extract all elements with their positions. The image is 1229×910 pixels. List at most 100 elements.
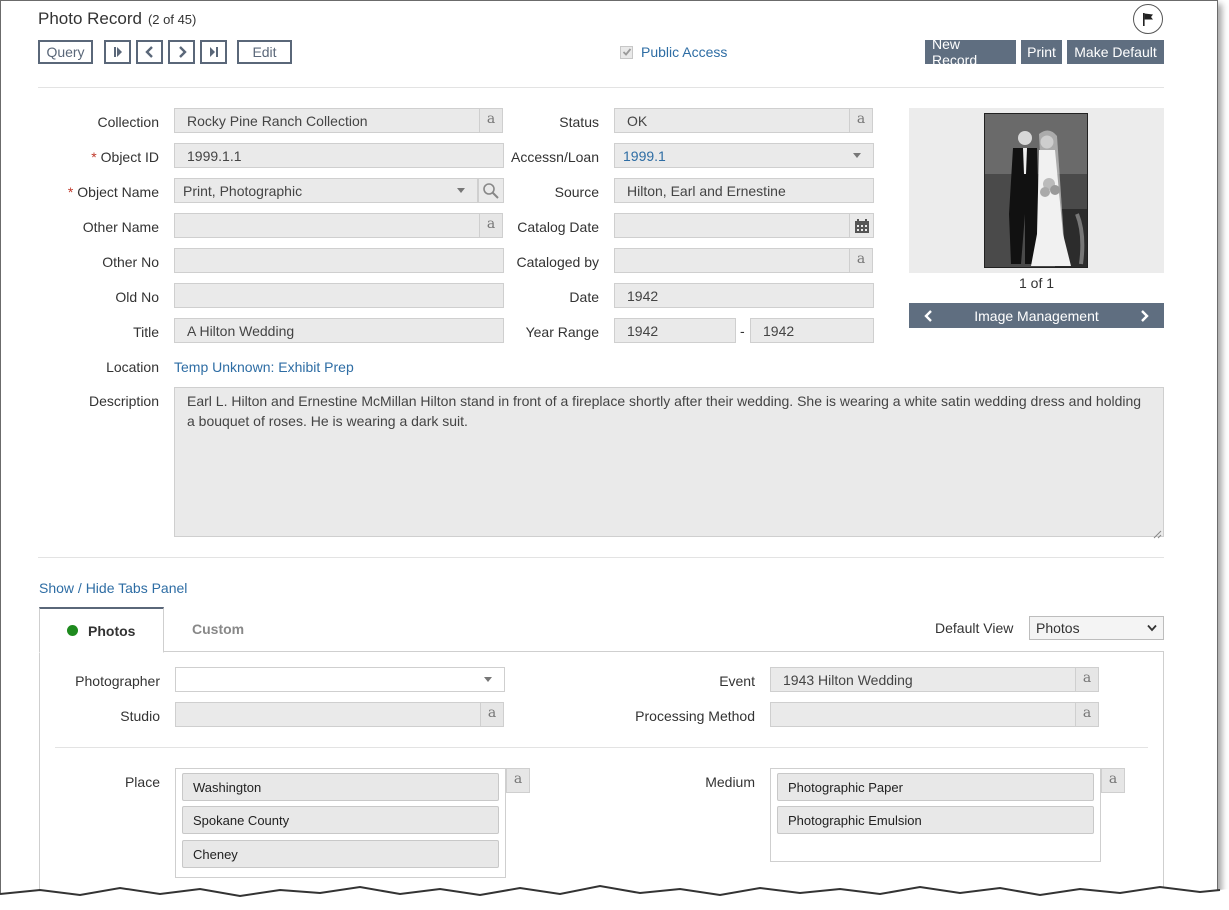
status-field[interactable]: OK	[614, 108, 850, 133]
other-name-field[interactable]	[174, 213, 480, 238]
catalog-date-label: Catalog Date	[517, 219, 599, 235]
location-link[interactable]: Temp Unknown: Exhibit Prep	[174, 359, 354, 375]
old-no-field[interactable]	[174, 283, 504, 308]
catalog-date-field[interactable]	[614, 213, 850, 238]
object-name-select[interactable]: Print, Photographic	[174, 178, 478, 203]
default-view-value: Photos	[1036, 620, 1080, 636]
section-divider	[38, 557, 1164, 558]
studio-field[interactable]	[175, 702, 481, 727]
calendar-icon	[854, 218, 869, 233]
other-name-label: Other Name	[82, 219, 159, 235]
tab-photos[interactable]: Photos	[39, 607, 164, 653]
image-counter: 1 of 1	[1018, 275, 1055, 291]
collection-label: Collection	[97, 114, 159, 130]
year-range-label: Year Range	[525, 324, 599, 340]
description-textarea[interactable]: Earl L. Hilton and Ernestine McMillan Hi…	[174, 387, 1164, 537]
next-record-button[interactable]	[168, 40, 195, 64]
tabs-divider	[55, 747, 1148, 748]
image-management-button[interactable]: Image Management	[974, 308, 1099, 324]
default-view-select[interactable]: Photos	[1029, 616, 1164, 640]
show-hide-tabs-link[interactable]: Show / Hide Tabs Panel	[39, 580, 187, 596]
photographer-select[interactable]	[175, 667, 505, 692]
record-photo[interactable]	[984, 113, 1088, 268]
medium-list[interactable]: Photographic Paper Photographic Emulsion	[770, 768, 1101, 862]
place-list[interactable]: Washington Spokane County Cheney	[175, 768, 506, 878]
photo-record-window: Photo Record (2 of 45) Query Edit Public …	[0, 0, 1218, 901]
source-field[interactable]: Hilton, Earl and Ernestine	[614, 178, 874, 203]
previous-image-button[interactable]	[909, 309, 949, 322]
resize-handle-icon[interactable]	[1153, 526, 1162, 542]
cataloged-by-lookup-button[interactable]: a	[849, 248, 873, 273]
title-field[interactable]: A Hilton Wedding	[174, 318, 504, 343]
object-id-label-text: Object ID	[100, 149, 159, 165]
medium-item[interactable]: Photographic Paper	[777, 773, 1094, 801]
query-button[interactable]: Query	[38, 40, 93, 64]
year-range-from-field[interactable]: 1942	[614, 318, 736, 343]
first-record-icon	[113, 47, 122, 57]
other-no-field[interactable]	[174, 248, 504, 273]
year-range-to-field[interactable]: 1942	[750, 318, 874, 343]
object-name-value: Print, Photographic	[183, 182, 303, 199]
studio-lookup-button[interactable]: a	[480, 702, 504, 727]
event-field[interactable]: 1943 Hilton Wedding	[770, 667, 1076, 692]
status-label: Status	[559, 114, 599, 130]
edit-button[interactable]: Edit	[237, 40, 292, 64]
status-lookup-button[interactable]: a	[849, 108, 873, 133]
accessn-loan-value: 1999.1	[623, 147, 666, 164]
old-no-label: Old No	[115, 289, 159, 305]
date-field[interactable]: 1942	[614, 283, 874, 308]
flag-button[interactable]	[1133, 4, 1163, 34]
next-image-button[interactable]	[1124, 309, 1164, 322]
photographer-label: Photographer	[75, 673, 160, 689]
object-id-field[interactable]: 1999.1.1	[174, 143, 504, 168]
processing-method-lookup-button[interactable]: a	[1075, 702, 1099, 727]
image-management-bar: Image Management	[909, 303, 1164, 328]
page-title-text: Photo Record	[38, 9, 142, 28]
medium-label: Medium	[705, 774, 755, 790]
event-lookup-button[interactable]: a	[1075, 667, 1099, 692]
first-record-button[interactable]	[104, 40, 131, 64]
previous-record-button[interactable]	[136, 40, 163, 64]
last-record-icon	[209, 47, 218, 57]
place-item[interactable]: Washington	[182, 773, 499, 801]
object-id-label: * Object ID	[41, 149, 159, 165]
place-label: Place	[124, 774, 160, 790]
tab-custom[interactable]: Custom	[192, 621, 244, 637]
accessn-loan-select[interactable]: 1999.1	[614, 143, 874, 168]
chevron-down-icon	[853, 153, 861, 158]
studio-label: Studio	[120, 708, 160, 724]
public-access-toggle[interactable]: Public Access	[620, 44, 727, 60]
source-label: Source	[554, 184, 599, 200]
active-tab-indicator	[67, 625, 78, 636]
calendar-button[interactable]	[849, 213, 874, 238]
make-default-button[interactable]: Make Default	[1067, 40, 1164, 64]
required-marker: *	[67, 184, 74, 200]
public-access-checkbox[interactable]	[620, 45, 633, 59]
page-title: Photo Record (2 of 45)	[38, 9, 196, 29]
chevron-down-icon	[1147, 624, 1157, 632]
cataloged-by-field[interactable]	[614, 248, 850, 273]
chevron-left-icon	[924, 309, 932, 322]
flag-icon	[1143, 13, 1153, 26]
medium-item[interactable]: Photographic Emulsion	[777, 806, 1094, 834]
place-lookup-button[interactable]: a	[506, 768, 530, 793]
medium-lookup-button[interactable]: a	[1101, 768, 1125, 793]
chevron-right-icon	[1141, 309, 1149, 322]
torn-edge-decoration	[0, 884, 1229, 910]
cataloged-by-label: Cataloged by	[516, 254, 599, 270]
processing-method-field[interactable]	[770, 702, 1076, 727]
chevron-right-icon	[178, 46, 187, 58]
last-record-button[interactable]	[200, 40, 227, 64]
default-view-label: Default View	[935, 620, 1014, 636]
accessn-loan-label: Accessn/Loan	[511, 149, 599, 165]
new-record-button[interactable]: New Record	[925, 36, 1016, 68]
year-range-separator: -	[740, 323, 745, 339]
collection-field[interactable]: Rocky Pine Ranch Collection	[174, 108, 480, 133]
place-item[interactable]: Spokane County	[182, 806, 499, 834]
wedding-photo-image	[985, 114, 1087, 267]
other-no-label: Other No	[102, 254, 159, 270]
location-label: Location	[106, 359, 159, 375]
place-item[interactable]: Cheney	[182, 840, 499, 868]
print-button[interactable]: Print	[1021, 40, 1062, 64]
checkmark-icon	[622, 48, 631, 56]
